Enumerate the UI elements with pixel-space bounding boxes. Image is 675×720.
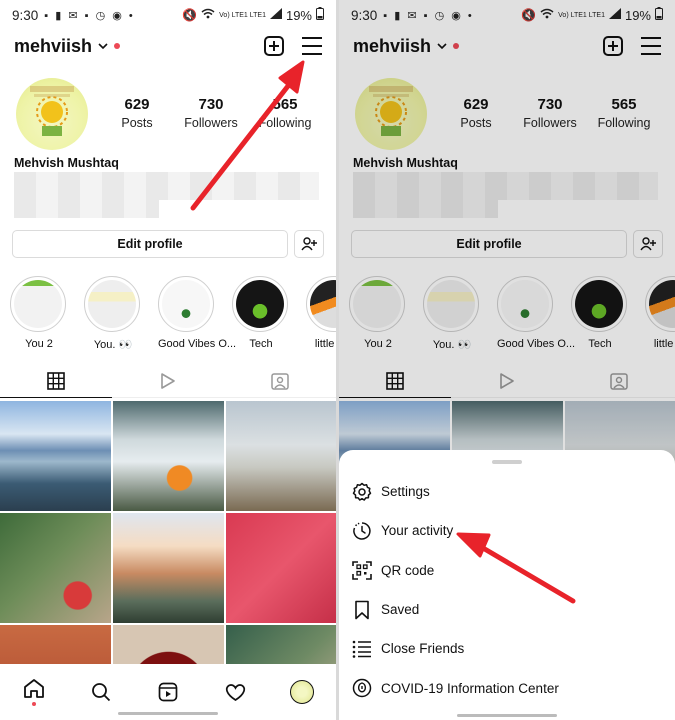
menu-bottom-sheet: Settings Your activity QR code Saved Clo… — [339, 450, 675, 720]
menu-item-covid-info[interactable]: COVID-19 Information Center — [339, 668, 675, 707]
story-highlights: You 2 You. 👀 Good Vibes O... Tech little… — [0, 276, 336, 351]
status-time: 9:30 — [12, 7, 39, 23]
nav-activity[interactable] — [202, 683, 269, 702]
status-bar: 9:30 ▪ ▮ ✉ ▪ ◷ ◉ • 🔇 Vo) LTE1 LTE1 19% — [0, 0, 336, 30]
full-name: Mehvish Mushtaq — [14, 156, 119, 170]
menu-item-label: Settings — [381, 484, 430, 500]
highlight-label: little thin — [314, 338, 336, 350]
highlight-label: Tech — [249, 338, 273, 350]
menu-item-label: Saved — [381, 602, 420, 618]
highlight-item[interactable]: You 2 — [10, 276, 68, 351]
menu-item-close-friends[interactable]: Close Friends — [339, 629, 675, 668]
play-icon — [161, 372, 175, 389]
notification-dot — [114, 43, 121, 49]
bottom-nav-hidden — [339, 712, 675, 720]
profile-avatar-icon — [290, 680, 315, 704]
reels-icon — [158, 682, 178, 702]
profile-stats: 629 Posts 730 Followers 565 Following — [100, 96, 336, 130]
wifi-icon — [201, 8, 215, 22]
highlight-item[interactable]: Good Vibes O... — [158, 276, 237, 351]
post-thumbnail[interactable] — [0, 513, 111, 623]
notification-dot — [31, 702, 36, 706]
post-thumbnail[interactable] — [226, 513, 336, 623]
menu-item-saved[interactable]: Saved — [339, 590, 675, 629]
stat-posts[interactable]: 629 Posts — [100, 96, 174, 130]
profile-tabs — [0, 364, 336, 398]
profile-screen-right: 9:30 ▪ ▮ ✉ ▪ ◷ ◉ • 🔇 Vo) LTE1 LTE1 19% m… — [339, 0, 675, 720]
add-user-icon — [301, 237, 317, 251]
home-indicator — [457, 714, 557, 717]
create-post-button[interactable] — [264, 36, 284, 56]
post-thumbnail[interactable] — [113, 401, 224, 511]
menu-item-your-activity[interactable]: Your activity — [339, 511, 675, 550]
edit-profile-button[interactable]: Edit profile — [12, 230, 288, 258]
stat-following[interactable]: 565 Following — [248, 96, 322, 130]
highlight-label: Good Vibes O... — [158, 338, 237, 350]
network-label: Vo) LTE1 LTE1 — [219, 11, 266, 19]
menu-item-settings[interactable]: Settings — [339, 472, 675, 511]
stat-label: Posts — [121, 116, 153, 130]
tagged-icon — [271, 372, 289, 390]
covid-info-icon — [351, 677, 373, 699]
highlight-item[interactable]: You. 👀 — [84, 276, 142, 351]
home-icon — [23, 679, 44, 698]
notification-icons: ▪ ▮ ✉ ▪ ◷ ◉ • — [44, 9, 135, 22]
home-indicator — [118, 712, 218, 715]
sheet-drag-handle[interactable] — [492, 460, 522, 464]
blurred-bio-line — [14, 186, 319, 200]
menu-item-label: QR code — [381, 562, 435, 578]
profile-avatar[interactable] — [16, 78, 88, 150]
stat-value: 629 — [124, 96, 150, 113]
highlight-item[interactable]: Tech — [232, 276, 290, 351]
stat-label: Following — [258, 116, 312, 130]
stat-value: 565 — [272, 96, 298, 113]
menu-item-label: Your activity — [381, 523, 454, 539]
username[interactable]: mehviish — [14, 36, 92, 57]
tab-posts-grid[interactable] — [0, 364, 112, 398]
activity-icon — [351, 520, 373, 542]
highlight-label: You 2 — [25, 338, 53, 350]
menu-list: Settings Your activity QR code Saved Clo… — [339, 472, 675, 708]
chevron-down-icon[interactable] — [98, 41, 108, 53]
nav-reels[interactable] — [134, 682, 201, 702]
menu-item-label: COVID-19 Information Center — [381, 680, 559, 696]
tab-reels[interactable] — [112, 364, 224, 397]
nav-profile[interactable] — [269, 680, 336, 704]
profile-actions: Edit profile — [12, 230, 324, 258]
battery-icon — [316, 7, 324, 23]
bottom-nav — [0, 664, 336, 720]
profile-header: mehviish — [0, 30, 336, 62]
stat-label: Followers — [184, 116, 238, 130]
post-thumbnail[interactable] — [113, 513, 224, 623]
bookmark-icon — [351, 599, 373, 621]
battery-percent: 19% — [285, 7, 312, 23]
close-friends-icon — [351, 638, 373, 660]
profile-screen-left: 9:30 ▪ ▮ ✉ ▪ ◷ ◉ • 🔇 Vo) LTE1 LTE1 19% m… — [0, 0, 336, 720]
nav-home[interactable] — [0, 678, 67, 706]
blurred-bio-line — [14, 200, 159, 218]
stat-value: 730 — [198, 96, 224, 113]
highlight-label: You. 👀 — [93, 339, 133, 351]
mute-icon: 🔇 — [182, 8, 198, 22]
heart-icon — [225, 683, 245, 701]
stat-followers[interactable]: 730 Followers — [174, 96, 248, 130]
hamburger-menu-button[interactable] — [302, 37, 322, 55]
highlight-item[interactable]: little thin — [306, 276, 336, 351]
qr-code-icon — [351, 559, 373, 581]
menu-item-label: Close Friends — [381, 641, 465, 657]
discover-people-button[interactable] — [294, 230, 324, 258]
nav-search[interactable] — [67, 682, 134, 702]
signal-icon — [269, 8, 282, 22]
post-thumbnail[interactable] — [0, 401, 111, 511]
menu-item-qr-code[interactable]: QR code — [339, 551, 675, 590]
grid-icon — [47, 371, 65, 390]
blurred-bio-line — [14, 172, 319, 186]
post-thumbnail[interactable] — [226, 401, 336, 511]
search-icon — [91, 683, 110, 702]
tab-tagged[interactable] — [224, 364, 336, 397]
settings-icon — [351, 481, 373, 503]
